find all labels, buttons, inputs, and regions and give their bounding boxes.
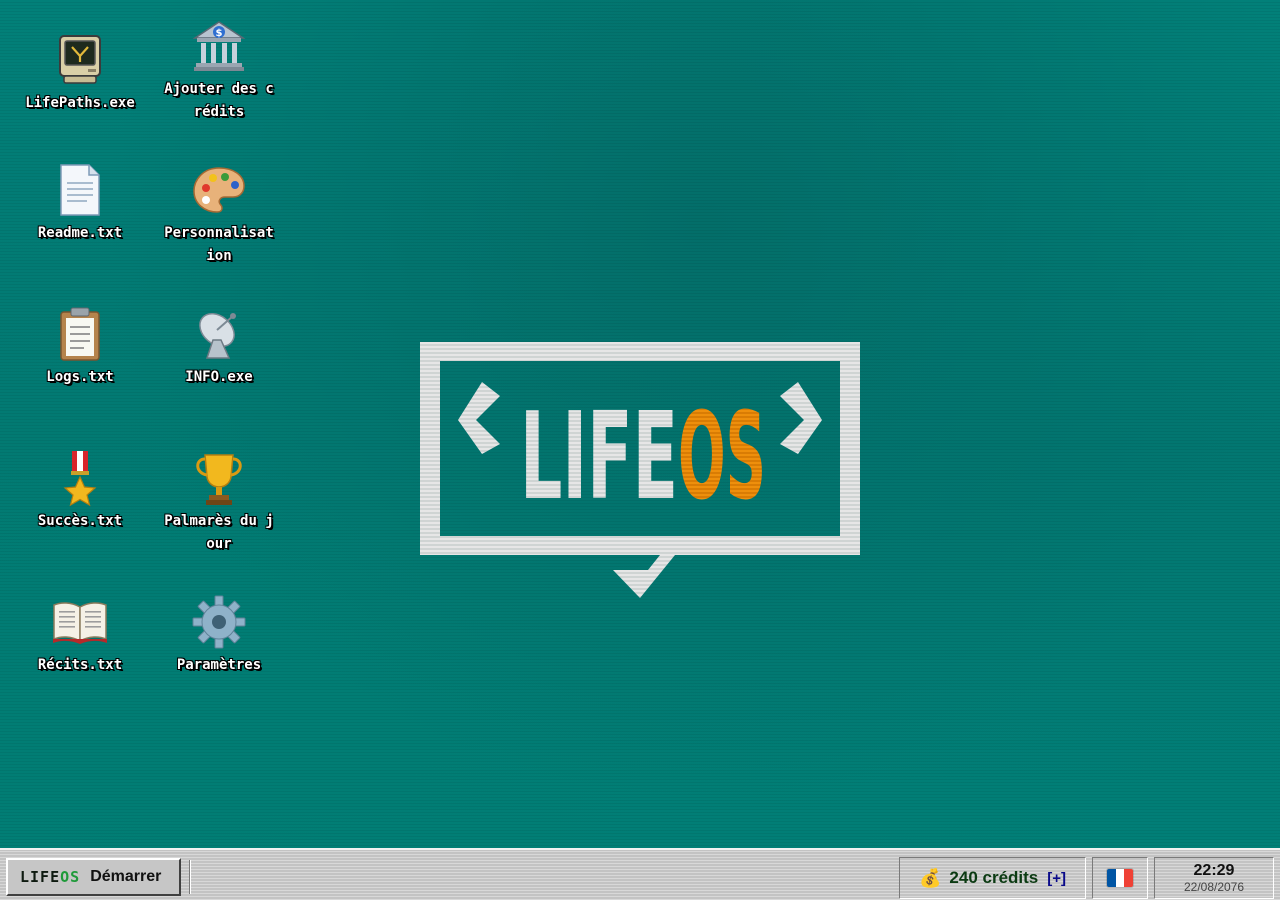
retro-computer-icon: [50, 30, 110, 90]
desktop-icon-label: Paramètres: [176, 657, 262, 673]
satellite-dish-icon: [189, 304, 249, 364]
taskbar: LIFEOS Démarrer 💰 240 crédits [+] 22:29 …: [0, 848, 1280, 900]
credits-display: 💰 240 crédits [+]: [899, 857, 1086, 899]
desktop-icon-logs[interactable]: Logs.txt: [21, 304, 139, 389]
desktop-icon-label: Récits.txt: [37, 657, 123, 673]
desktop-icon-label: LifePaths.exe: [25, 95, 135, 111]
clipboard-icon: [50, 304, 110, 364]
lifeos-logo: LIFE OS: [420, 342, 860, 602]
desktop-icon-info[interactable]: INFO.exe: [160, 304, 278, 389]
desktop-icon-label: Palmarès du jour: [164, 513, 274, 552]
desktop-icon-lifepaths[interactable]: LifePaths.exe: [21, 30, 139, 115]
desktop-icon-label: INFO.exe: [185, 369, 253, 385]
trophy-icon: [189, 448, 249, 508]
desktop-icon-add-credits[interactable]: $ Ajouter des crédits: [160, 16, 278, 124]
desktop-icon-readme[interactable]: Readme.txt: [21, 160, 139, 245]
logo-text-os: OS: [678, 388, 766, 527]
logo-right-chevron: [780, 382, 822, 454]
desktop-icon-stories[interactable]: Récits.txt: [21, 592, 139, 677]
palette-icon: [189, 160, 249, 220]
desktop-icon-label: Ajouter des crédits: [164, 81, 274, 120]
credits-amount: 240 crédits: [949, 868, 1039, 887]
desktop-icon-label: Readme.txt: [37, 225, 123, 241]
desktop-icon-label: Logs.txt: [46, 369, 114, 385]
taskbar-separator: [189, 860, 191, 894]
svg-text:$: $: [216, 28, 223, 39]
logo-left-chevron: [458, 382, 500, 454]
document-icon: [50, 160, 110, 220]
clock[interactable]: 22:29 22/08/2076: [1154, 857, 1274, 899]
bank-icon: $: [189, 16, 249, 76]
add-credits-button[interactable]: [+]: [1047, 870, 1066, 887]
money-bag-icon: 💰: [918, 867, 942, 889]
flag-france-icon: [1107, 869, 1133, 887]
clock-time: 22:29: [1193, 862, 1235, 879]
start-logo: LIFEOS: [20, 868, 81, 886]
start-label: Démarrer: [90, 868, 162, 885]
language-selector[interactable]: [1092, 857, 1148, 899]
clock-date: 22/08/2076: [1183, 880, 1245, 894]
desktop-icon-success[interactable]: Succès.txt: [21, 448, 139, 533]
desktop: LifePaths.exe $ Ajouter des crédits Read…: [0, 0, 300, 848]
medal-icon: [50, 448, 110, 508]
desktop-icon-label: Personnalisation: [164, 225, 274, 264]
desktop-icon-leaderboard[interactable]: Palmarès du jour: [160, 448, 278, 556]
desktop-icon-label: Succès.txt: [37, 513, 123, 529]
open-book-icon: [50, 592, 110, 652]
desktop-icon-settings[interactable]: Paramètres: [160, 592, 278, 677]
start-button[interactable]: LIFEOS Démarrer: [6, 858, 181, 896]
gear-icon: [189, 592, 249, 652]
logo-text-life: LIFE: [520, 388, 678, 527]
desktop-icon-personalisation[interactable]: Personnalisation: [160, 160, 278, 268]
